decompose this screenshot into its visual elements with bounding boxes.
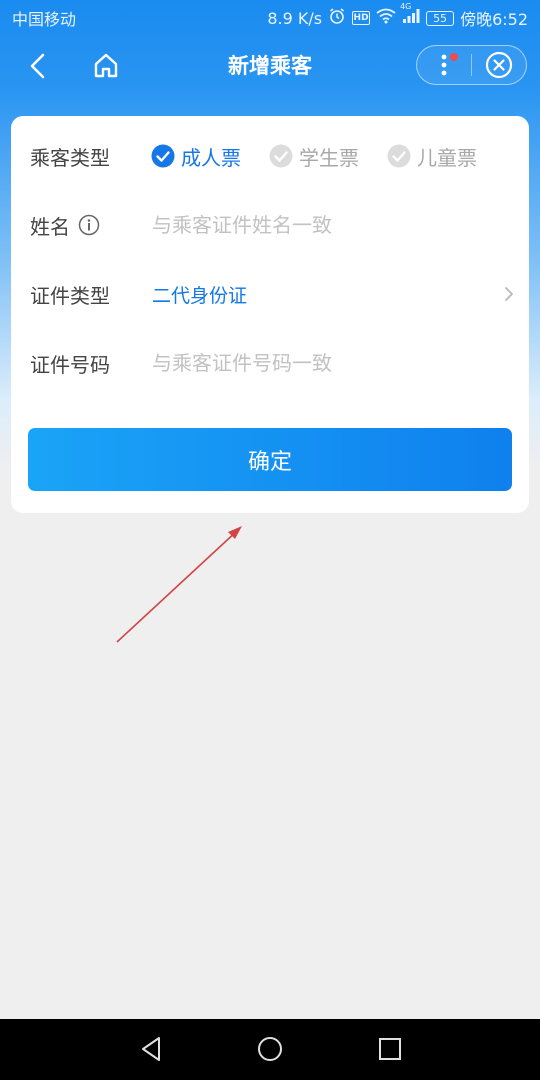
ticket-option-child[interactable]: 儿童票 — [387, 142, 477, 171]
ticket-option-label: 儿童票 — [417, 145, 477, 170]
unchecked-circle-icon — [269, 144, 293, 168]
more-vertical-icon — [441, 54, 447, 76]
name-input[interactable] — [152, 205, 492, 245]
system-back-icon[interactable] — [135, 1033, 167, 1065]
ticket-type-options: 成人票 学生票 儿童票 — [151, 142, 505, 171]
id-type-row[interactable]: 证件类型 二代身份证 — [11, 269, 529, 319]
ticket-option-student[interactable]: 学生票 — [269, 142, 359, 171]
status-icons: 8.9 K/s HD 4G 55 傍晚6:52 — [267, 2, 528, 30]
nav-bar: 新增乘客 — [0, 36, 540, 96]
info-icon[interactable] — [78, 214, 100, 236]
ticket-type-label: 乘客类型 — [30, 145, 110, 170]
back-button[interactable] — [22, 50, 54, 82]
system-nav-bar — [0, 1019, 540, 1080]
ticket-option-label: 成人票 — [181, 145, 241, 170]
id-type-label: 证件类型 — [30, 283, 110, 308]
name-label-group: 姓名 — [30, 211, 100, 240]
chevron-left-icon — [30, 53, 45, 79]
name-label: 姓名 — [30, 214, 70, 239]
close-button[interactable] — [472, 45, 526, 85]
id-type-select[interactable]: 二代身份证 — [152, 281, 247, 308]
carrier-name: 中国移动 — [12, 10, 77, 29]
home-icon — [94, 53, 118, 78]
notification-dot — [450, 53, 458, 61]
id-number-row: 证件号码 — [11, 338, 529, 388]
hd-badge: HD — [352, 11, 371, 25]
status-time: 傍晚6:52 — [460, 10, 528, 29]
ticket-option-label: 学生票 — [299, 145, 359, 170]
chevron-right-icon — [505, 287, 513, 301]
signal-icon: 4G — [400, 2, 420, 28]
confirm-button[interactable]: 确定 — [28, 428, 512, 491]
page-title: 新增乘客 — [228, 54, 312, 78]
passenger-form-card: 乘客类型 成人票 学生票 儿童票 姓名 证件类型 二代身份证 — [11, 116, 529, 513]
more-button[interactable] — [417, 45, 471, 85]
mini-program-capsule — [416, 45, 527, 85]
alarm-icon — [328, 7, 346, 29]
system-recents-icon[interactable] — [374, 1033, 406, 1065]
battery-level: 55 — [426, 10, 455, 26]
ticket-type-row: 乘客类型 成人票 学生票 儿童票 — [11, 131, 529, 181]
id-number-input[interactable] — [152, 343, 492, 383]
network-type: 4G — [400, 2, 412, 11]
system-home-icon[interactable] — [254, 1033, 286, 1065]
status-bar: 中国移动 8.9 K/s HD 4G 55 傍晚6:52 — [0, 0, 540, 36]
close-circle-icon — [485, 51, 513, 79]
ticket-option-adult[interactable]: 成人票 — [151, 142, 241, 171]
checked-circle-icon — [151, 144, 175, 168]
network-speed: 8.9 K/s — [267, 8, 323, 28]
name-row: 姓名 — [11, 200, 529, 250]
wifi-icon — [376, 8, 396, 28]
unchecked-circle-icon — [387, 144, 411, 168]
home-button[interactable] — [90, 50, 122, 82]
id-number-label: 证件号码 — [30, 352, 110, 377]
